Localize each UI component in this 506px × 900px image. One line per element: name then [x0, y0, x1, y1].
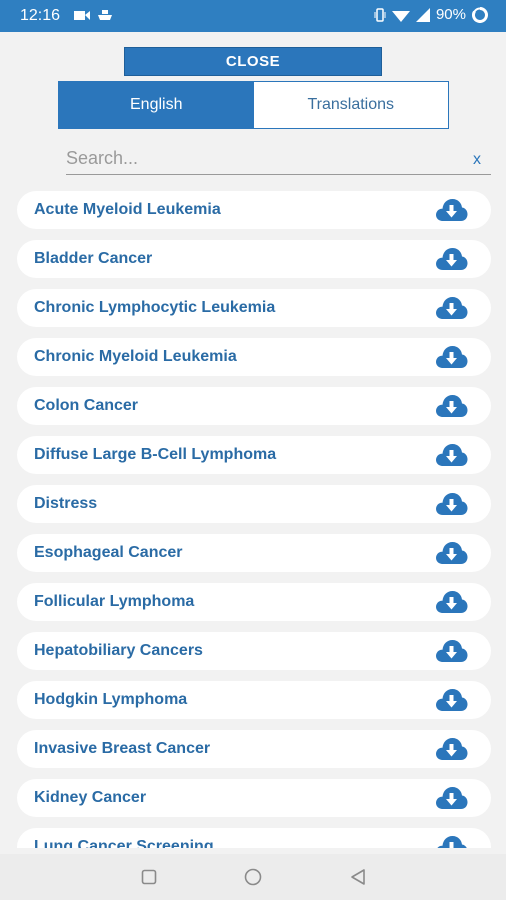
battery-icon [472, 6, 488, 23]
item-label: Hodgkin Lymphoma [34, 691, 188, 708]
list-item[interactable]: Acute Myeloid Leukemia [17, 191, 491, 229]
battery-level: 90% [435, 6, 466, 23]
cloud-download-icon[interactable] [433, 441, 469, 469]
boat-icon [98, 10, 112, 20]
status-time: 12:16 [20, 7, 61, 24]
wifi-icon [391, 10, 410, 22]
item-label: Invasive Breast Cancer [34, 740, 211, 757]
tab-english[interactable]: English [59, 82, 254, 128]
item-label: Diffuse Large B-Cell Lymphoma [34, 446, 277, 463]
list-item[interactable]: Bladder Cancer [17, 240, 491, 278]
cloud-download-icon[interactable] [433, 245, 469, 273]
recents-button[interactable] [139, 867, 159, 887]
item-label: Lung Cancer Screening [34, 838, 214, 848]
home-button[interactable] [243, 867, 263, 887]
item-label: Chronic Myeloid Leukemia [34, 348, 237, 365]
list-item[interactable]: Chronic Myeloid Leukemia [17, 338, 491, 376]
item-label: Acute Myeloid Leukemia [34, 201, 221, 218]
video-icon [74, 10, 90, 20]
item-label: Distress [34, 495, 98, 512]
cloud-download-icon[interactable] [433, 784, 469, 812]
item-label: Follicular Lymphoma [34, 593, 195, 610]
cloud-download-icon[interactable] [433, 833, 469, 848]
close-button[interactable]: CLOSE [124, 47, 382, 76]
triangle-back-icon [351, 869, 365, 885]
list-item[interactable]: Distress [17, 485, 491, 523]
cloud-download-icon[interactable] [433, 343, 469, 371]
guideline-list: Acute Myeloid Leukemia Bladder Cancer Ch… [17, 191, 491, 848]
cloud-download-icon[interactable] [433, 294, 469, 322]
item-label: Esophageal Cancer [34, 544, 183, 561]
item-label: Hepatobiliary Cancers [34, 642, 203, 659]
list-item[interactable]: Colon Cancer [17, 387, 491, 425]
cloud-download-icon[interactable] [433, 196, 469, 224]
item-label: Chronic Lymphocytic Leukemia [34, 299, 276, 316]
status-right: 90% [374, 6, 488, 23]
square-icon [141, 869, 157, 885]
back-button[interactable] [348, 867, 368, 887]
cloud-download-icon[interactable] [433, 392, 469, 420]
notification-icons [74, 9, 112, 21]
list-item[interactable]: Chronic Lymphocytic Leukemia [17, 289, 491, 327]
item-label: Colon Cancer [34, 397, 139, 414]
tab-translations[interactable]: Translations [253, 82, 448, 128]
list-item[interactable]: Diffuse Large B-Cell Lymphoma [17, 436, 491, 474]
vibrate-icon [374, 7, 386, 22]
search-input[interactable] [66, 144, 456, 172]
list-item[interactable]: Hodgkin Lymphoma [17, 681, 491, 719]
list-item[interactable]: Follicular Lymphoma [17, 583, 491, 621]
cloud-download-icon[interactable] [433, 490, 469, 518]
status-bar: 12:16 90% [0, 0, 506, 32]
clear-search-button[interactable]: x [473, 151, 481, 169]
list-item[interactable]: Hepatobiliary Cancers [17, 632, 491, 670]
cloud-download-icon[interactable] [433, 686, 469, 714]
search-bar: x [66, 144, 491, 175]
system-nav-bar [0, 854, 506, 900]
cloud-download-icon[interactable] [433, 637, 469, 665]
item-label: Kidney Cancer [34, 789, 147, 806]
circle-icon [244, 868, 262, 886]
list-item[interactable]: Invasive Breast Cancer [17, 730, 491, 768]
cloud-download-icon[interactable] [433, 539, 469, 567]
item-label: Bladder Cancer [34, 250, 153, 267]
list-item[interactable]: Lung Cancer Screening [17, 828, 491, 848]
cloud-download-icon[interactable] [433, 735, 469, 763]
language-tabs: English Translations [58, 81, 449, 129]
signal-icon [415, 7, 430, 22]
cloud-download-icon[interactable] [433, 588, 469, 616]
list-item[interactable]: Kidney Cancer [17, 779, 491, 817]
list-item[interactable]: Esophageal Cancer [17, 534, 491, 572]
